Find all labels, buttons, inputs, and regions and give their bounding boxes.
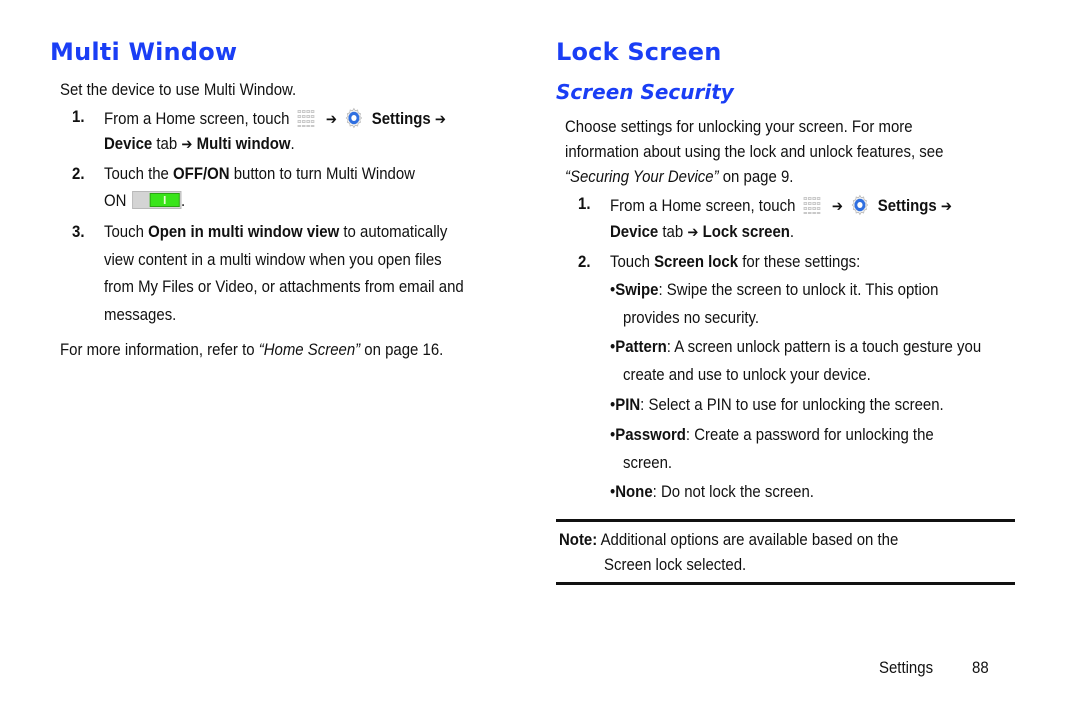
mw-step3-line1: Touch Open in multi window view to autom… [104, 222, 447, 242]
mw-step1-line1: From a Home screen, touch ➔ Settings ➔ [104, 107, 446, 129]
mw-step3-line2: view content in a multi window when you … [104, 250, 442, 269]
ls-intro-line1: Choose settings for unlocking your scree… [565, 117, 913, 136]
settings-label: Settings [877, 196, 937, 215]
more-info-suffix: on page 16. [360, 340, 444, 359]
page-number: 88 [972, 658, 989, 677]
period: . [789, 222, 795, 241]
bullet-text: : Swipe the screen to unlock it. This op… [658, 280, 939, 299]
step-number: 1. [578, 194, 591, 213]
step-number: 3. [72, 222, 85, 241]
note-bottom-rule [556, 582, 1015, 585]
step-text: for these settings: [738, 252, 861, 271]
multi-window-title: Multi Window [50, 38, 238, 66]
arrow-icon: ➔ [181, 135, 193, 153]
arrow-icon: ➔ [325, 110, 337, 128]
note-top-rule [556, 519, 1015, 522]
arrow-icon: ➔ [940, 197, 952, 215]
tab-label: tab [658, 222, 688, 241]
off-on-label: OFF/ON [173, 164, 230, 183]
step-text: Touch the [104, 164, 174, 183]
step-number: 2. [578, 252, 591, 271]
ls-step2-line: Touch Screen lock for these settings: [610, 252, 860, 272]
bullet-term: Password [615, 425, 686, 444]
bullet-item-continuation: provides no security. [623, 308, 760, 327]
mw-step1-line2: Device tab ➔ Multi window. [104, 134, 295, 154]
bullet-item-continuation: screen. [623, 453, 673, 472]
note-line2: Screen lock selected. [604, 555, 747, 574]
bullet-term: PIN [615, 395, 641, 414]
more-info-prefix: For more information, refer to [60, 340, 259, 359]
lock-screen-title: Lock Screen [556, 38, 722, 66]
on-off-toggle-icon [131, 191, 181, 209]
securing-your-device-reference[interactable]: “Securing Your Device” [565, 167, 719, 186]
bullet-term: Pattern [615, 337, 667, 356]
bullet-term: None [615, 482, 653, 501]
ls-step1-line2: Device tab ➔ Lock screen. [610, 222, 794, 242]
on-label: ON [104, 191, 127, 210]
apps-grid-icon [803, 195, 825, 215]
multi-window-label: Multi window [196, 134, 291, 153]
step-text: button to turn Multi Window [229, 164, 415, 183]
step-text: Touch [610, 252, 655, 271]
period: . [181, 191, 186, 210]
ls-intro-line3: “Securing Your Device” on page 9. [565, 167, 793, 187]
bullet-text: : A screen unlock pattern is a touch ges… [666, 337, 982, 356]
arrow-icon: ➔ [434, 110, 446, 128]
bullet-item: •Swipe: Swipe the screen to unlock it. T… [610, 280, 938, 300]
bullet-item: •Pattern: A screen unlock pattern is a t… [610, 337, 981, 357]
lock-screen-label: Lock screen [702, 222, 790, 241]
home-screen-reference[interactable]: “Home Screen” [259, 340, 360, 359]
note-text: Additional options are available based o… [597, 530, 899, 549]
bullet-text: : Select a PIN to use for unlocking the … [640, 395, 944, 414]
gear-icon [346, 107, 363, 129]
note-line1: Note: Additional options are available b… [559, 530, 898, 550]
bullet-term: Swipe [615, 280, 659, 299]
mw-step3-line4: messages. [104, 305, 177, 324]
screen-lock-label: Screen lock [654, 252, 739, 271]
bullet-item: •Password: Create a password for unlocki… [610, 425, 934, 445]
mw-step2-line2: ON. [104, 191, 185, 211]
toggle-knob [149, 193, 180, 207]
settings-label: Settings [371, 109, 431, 128]
step-number: 2. [72, 164, 85, 183]
bullet-text: : Do not lock the screen. [652, 482, 814, 501]
ls-intro-line2: information about using the lock and unl… [565, 142, 944, 161]
intro-suffix: on page 9. [718, 167, 794, 186]
step-number: 1. [72, 107, 85, 126]
step-text: to automatically [339, 222, 448, 241]
bullet-text: : Create a password for unlocking the [685, 425, 934, 444]
mw-step3-line3: from My Files or Video, or attachments f… [104, 277, 464, 296]
multi-window-intro: Set the device to use Multi Window. [60, 80, 297, 99]
open-in-multi-window-view-label: Open in multi window view [148, 222, 340, 241]
footer-section: Settings [879, 658, 934, 677]
step-text: Touch [104, 222, 149, 241]
arrow-icon: ➔ [831, 197, 843, 215]
device-label: Device [610, 222, 659, 241]
step-text: From a Home screen, touch [104, 109, 290, 128]
gear-icon [852, 194, 869, 216]
arrow-icon: ➔ [687, 223, 699, 241]
bullet-item: •None: Do not lock the screen. [610, 482, 814, 502]
period: . [290, 134, 295, 153]
note-label: Note: [559, 530, 598, 549]
ls-step1-line1: From a Home screen, touch ➔ Settings ➔ [610, 194, 952, 216]
bullet-item: •PIN: Select a PIN to use for unlocking … [610, 395, 944, 415]
bullet-item-continuation: create and use to unlock your device. [623, 365, 871, 384]
device-label: Device [104, 134, 153, 153]
step-text: From a Home screen, touch [610, 196, 796, 215]
more-info-text: For more information, refer to “Home Scr… [60, 340, 443, 360]
mw-step2-line1: Touch the OFF/ON button to turn Multi Wi… [104, 164, 415, 184]
screen-security-subtitle: Screen Security [556, 80, 734, 104]
tab-label: tab [152, 134, 182, 153]
apps-grid-icon [297, 108, 319, 128]
